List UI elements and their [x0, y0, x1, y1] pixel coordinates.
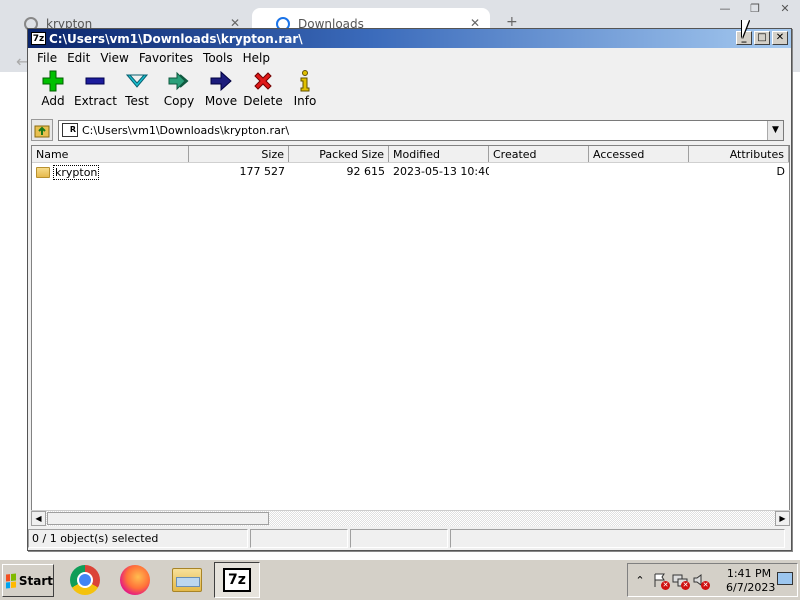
cell-accessed	[589, 163, 689, 181]
header-size[interactable]: Size	[189, 146, 289, 162]
horizontal-scrollbar[interactable]: ◀ ▶	[31, 510, 790, 526]
taskbar-firefox[interactable]	[112, 562, 158, 598]
chrome-icon	[70, 565, 100, 595]
check-icon	[116, 69, 158, 93]
header-created[interactable]: Created	[489, 146, 589, 162]
menu-tools[interactable]: Tools	[198, 51, 238, 65]
plus-icon	[32, 69, 74, 93]
taskbar-file-explorer[interactable]	[164, 562, 210, 598]
toolbar: Add Extract Test Copy Move Delete Info	[28, 68, 791, 110]
address-path: C:\Users\vm1\Downloads\krypton.rar\	[82, 123, 290, 137]
extract-label: Extract	[74, 94, 117, 108]
scroll-thumb[interactable]	[47, 512, 269, 525]
test-label: Test	[125, 94, 149, 108]
folder-up-icon	[34, 125, 50, 138]
clock-time: 1:41 PM	[726, 567, 772, 580]
status-selection: 0 / 1 object(s) selected	[28, 529, 248, 548]
clock-date: 6/7/2023	[726, 581, 776, 594]
maximize-button[interactable]: □	[754, 31, 770, 45]
arrow-right-icon	[200, 69, 242, 93]
address-row: R C:\Users\vm1\Downloads\krypton.rar\ ▼	[31, 119, 788, 141]
menu-bar: File Edit View Favorites Tools Help	[28, 48, 791, 68]
scroll-left-icon[interactable]: ◀	[31, 511, 46, 526]
extract-button[interactable]: Extract	[74, 69, 117, 110]
cell-packed-size: 92 615	[346, 165, 386, 178]
restore-icon[interactable]: ❐	[740, 0, 770, 18]
up-folder-button[interactable]	[31, 119, 53, 141]
show-hidden-icons-icon[interactable]: ⌃	[630, 570, 650, 590]
volume-icon[interactable]: ✕	[690, 570, 710, 590]
info-icon	[284, 69, 326, 93]
7zip-window: 7z C:\Users\vm1\Downloads\krypton.rar\ _…	[27, 28, 792, 551]
header-packed-size[interactable]: Packed Size	[289, 146, 389, 162]
file-name: krypton	[53, 164, 100, 180]
system-tray: ⌃ ✕ ✕ ✕ 1:41 PM 6/7/2023	[627, 563, 798, 597]
cell-size: 177 527	[239, 165, 286, 178]
header-modified[interactable]: Modified	[389, 146, 489, 162]
add-button[interactable]: Add	[32, 69, 74, 110]
table-row[interactable]: krypton 177 527 92 615 2023-05-13 10:40 …	[32, 163, 789, 181]
cell-modified: 2023-05-13 10:40	[393, 165, 489, 178]
status-pane-4	[450, 529, 785, 548]
copy-button[interactable]: Copy	[158, 69, 200, 110]
window-title: C:\Users\vm1\Downloads\krypton.rar\	[49, 31, 303, 46]
close-icon[interactable]: ✕	[770, 0, 800, 18]
start-button[interactable]: Start	[2, 564, 54, 597]
rar-archive-icon: R	[62, 123, 78, 137]
file-explorer-icon	[172, 568, 202, 592]
folder-icon	[36, 166, 50, 178]
action-center-flag-icon[interactable]: ✕	[650, 570, 670, 590]
title-bar[interactable]: 7z C:\Users\vm1\Downloads\krypton.rar\ _…	[28, 29, 791, 48]
header-name[interactable]: Name	[32, 146, 189, 162]
double-arrow-icon	[158, 69, 200, 93]
minimize-icon[interactable]: —	[710, 0, 740, 18]
status-pane-3	[350, 529, 448, 548]
start-label: Start	[18, 573, 53, 588]
test-button[interactable]: Test	[116, 69, 158, 110]
minus-icon	[74, 69, 116, 93]
delete-label: Delete	[243, 94, 283, 108]
taskbar-7zip[interactable]: 7z	[214, 562, 260, 598]
firefox-icon	[120, 565, 150, 595]
scroll-right-icon[interactable]: ▶	[775, 511, 790, 526]
menu-help[interactable]: Help	[238, 51, 275, 65]
mouse-cursor-icon	[742, 20, 756, 38]
7zip-logo-icon: 7z	[31, 32, 46, 45]
close-button[interactable]: ✕	[772, 31, 788, 45]
menu-favorites[interactable]: Favorites	[134, 51, 198, 65]
windows-logo-icon	[6, 572, 16, 589]
move-button[interactable]: Move	[200, 69, 242, 110]
menu-file[interactable]: File	[32, 51, 62, 65]
cell-created	[489, 163, 589, 181]
cell-attributes: D	[776, 165, 785, 178]
status-bar: 0 / 1 object(s) selected	[28, 529, 791, 549]
header-attributes[interactable]: Attributes	[689, 146, 789, 162]
network-icon[interactable]: ✕	[670, 570, 690, 590]
add-label: Add	[41, 94, 65, 108]
info-button[interactable]: Info	[284, 69, 326, 110]
header-accessed[interactable]: Accessed	[589, 146, 689, 162]
column-headers: Name Size Packed Size Modified Created A…	[32, 146, 789, 163]
file-list: Name Size Packed Size Modified Created A…	[31, 145, 790, 526]
menu-edit[interactable]: Edit	[62, 51, 95, 65]
7zip-icon: 7z	[223, 568, 251, 592]
taskbar: Start 7z ⌃ ✕ ✕ ✕ 1:41 PM 6/7/2023	[0, 559, 800, 600]
clock[interactable]: 1:41 PM 6/7/2023	[726, 567, 776, 595]
chevron-down-icon[interactable]: ▼	[767, 120, 783, 140]
info-label: Info	[293, 94, 317, 108]
show-desktop-icon[interactable]	[777, 572, 793, 585]
menu-view[interactable]: View	[95, 51, 133, 65]
taskbar-chrome[interactable]	[62, 562, 108, 598]
cell-name: krypton	[32, 163, 189, 181]
browser-window-controls: — ❐ ✕	[710, 0, 800, 20]
move-label: Move	[204, 94, 238, 108]
status-pane-2	[250, 529, 348, 548]
delete-button[interactable]: Delete	[242, 69, 284, 110]
copy-label: Copy	[163, 94, 195, 108]
address-field[interactable]: R C:\Users\vm1\Downloads\krypton.rar\ ▼	[58, 119, 784, 141]
x-icon	[242, 69, 284, 93]
